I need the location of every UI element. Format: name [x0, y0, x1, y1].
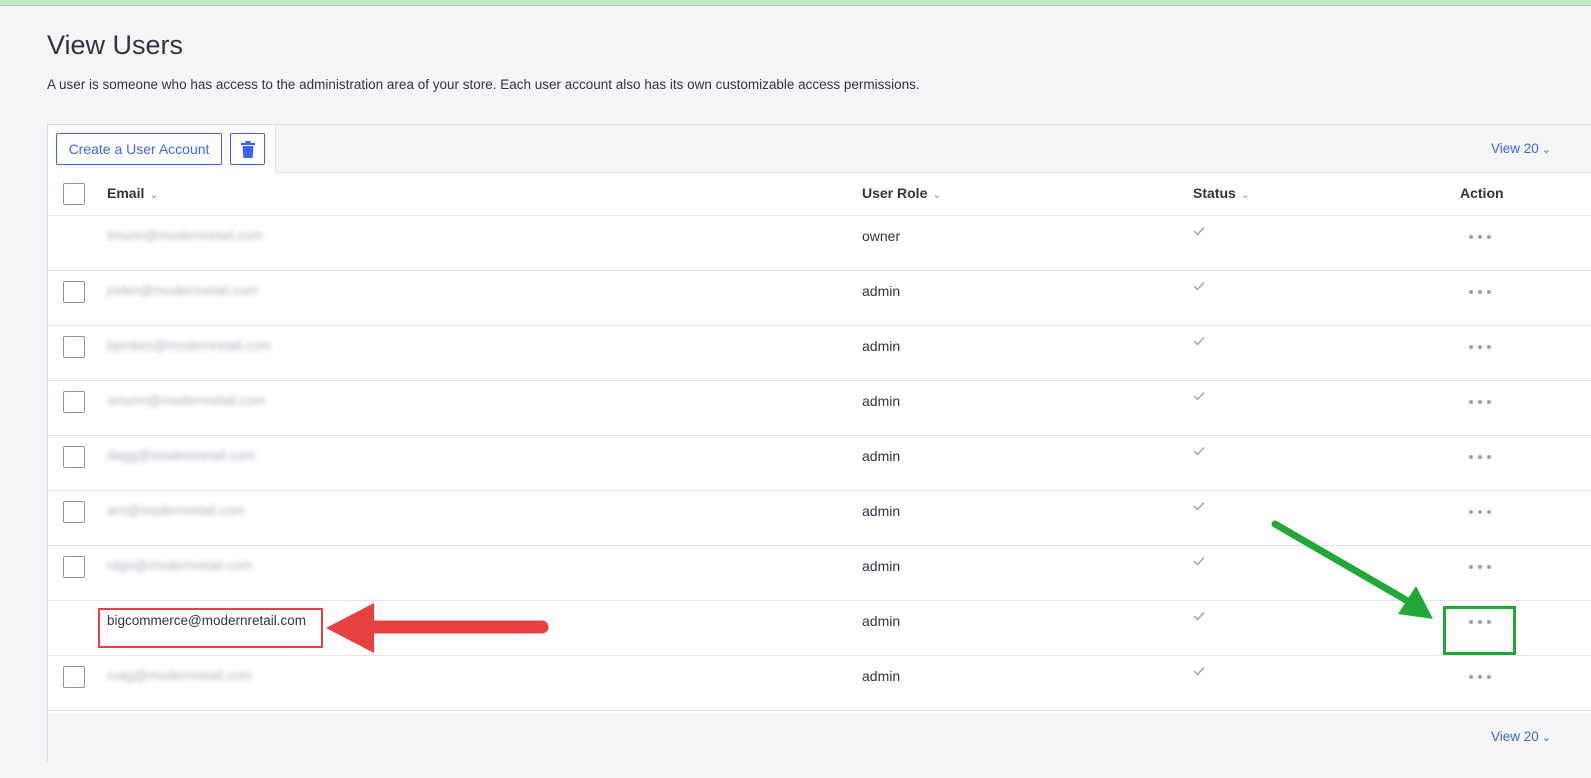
user-email: tmunn@modernretail.com: [107, 228, 263, 243]
chevron-down-icon: ⌄: [149, 189, 159, 201]
view-per-page-top[interactable]: View 20 ⌄: [1491, 141, 1551, 156]
trash-icon: [240, 140, 255, 158]
table-row: dagg@modernretail.com admin: [48, 436, 1591, 491]
table-footer: View 20 ⌄: [48, 713, 1591, 763]
page-description: A user is someone who has access to the …: [47, 77, 920, 92]
table-row: arn@modernretail.com admin: [48, 491, 1591, 546]
table-row: jrelen@modernretail.com admin: [48, 271, 1591, 326]
checkmark-icon: [1193, 612, 1205, 621]
users-table-panel: Create a User Account View 20 ⌄ Email ⌄ Us…: [47, 124, 1591, 763]
table-row: ruag@modernretail.com admin: [48, 656, 1591, 711]
chevron-down-icon: ⌄: [1240, 189, 1251, 201]
table-header: Email ⌄ User Role ⌄ Status ⌄ Action: [48, 173, 1591, 216]
user-email: arn@modernretail.com: [107, 503, 245, 518]
select-all-checkbox[interactable]: [63, 183, 85, 205]
row-checkbox[interactable]: [63, 556, 85, 578]
checkmark-icon: [1193, 392, 1205, 401]
user-role: admin: [862, 338, 901, 354]
more-dots-icon[interactable]: [1469, 340, 1491, 354]
user-role: admin: [862, 558, 901, 574]
user-email: jrelen@modernretail.com: [107, 283, 259, 298]
table-row: smunn@modernretail.com admin: [48, 381, 1591, 436]
user-role: admin: [862, 668, 901, 684]
chevron-down-icon: ⌄: [1541, 144, 1551, 156]
highlight-action-annotation: [1443, 606, 1516, 655]
user-email: bjenkes@modernretail.com: [107, 338, 272, 353]
more-dots-icon[interactable]: [1469, 230, 1491, 244]
row-checkbox[interactable]: [63, 281, 85, 303]
row-checkbox[interactable]: [63, 666, 85, 688]
row-checkbox[interactable]: [63, 336, 85, 358]
view-per-page-label: View 20: [1490, 729, 1539, 744]
more-dots-icon[interactable]: [1469, 450, 1491, 464]
user-role: admin: [862, 613, 901, 629]
more-dots-icon[interactable]: [1469, 285, 1491, 299]
user-role: admin: [862, 393, 901, 409]
table-row: tmunn@modernretail.com owner: [48, 216, 1591, 271]
more-dots-icon[interactable]: [1469, 670, 1491, 684]
more-dots-icon[interactable]: [1469, 560, 1491, 574]
view-per-page-bottom[interactable]: View 20 ⌄: [1491, 729, 1551, 744]
user-role: admin: [862, 503, 901, 519]
toolbar-actions: Create a User Account: [48, 125, 276, 173]
user-email: rdgo@modernretail.com: [107, 558, 253, 573]
chevron-down-icon: ⌄: [1541, 732, 1551, 744]
user-role: admin: [862, 448, 901, 464]
more-dots-icon[interactable]: [1469, 395, 1491, 409]
column-header-status[interactable]: Status ⌄: [1193, 185, 1250, 201]
table-row: bjenkes@modernretail.com admin: [48, 326, 1591, 381]
row-checkbox[interactable]: [63, 446, 85, 468]
column-header-user-role[interactable]: User Role ⌄: [862, 185, 942, 201]
checkmark-icon: [1193, 502, 1205, 511]
checkmark-icon: [1193, 557, 1205, 566]
table-toolbar: Create a User Account View 20 ⌄: [48, 125, 1591, 173]
checkmark-icon: [1193, 337, 1205, 346]
top-status-bar: [0, 0, 1591, 6]
checkmark-icon: [1193, 227, 1205, 236]
more-dots-icon[interactable]: [1469, 505, 1491, 519]
user-email: smunn@modernretail.com: [107, 393, 266, 408]
user-email: ruag@modernretail.com: [107, 668, 253, 683]
row-checkbox[interactable]: [63, 391, 85, 413]
table-row: rdgo@modernretail.com admin: [48, 546, 1591, 601]
user-email: dagg@modernretail.com: [107, 448, 256, 463]
row-checkbox[interactable]: [63, 501, 85, 523]
column-header-action: Action: [1460, 185, 1504, 201]
page-title: View Users: [47, 30, 184, 60]
checkmark-icon: [1193, 282, 1205, 291]
chevron-down-icon: ⌄: [932, 189, 942, 201]
user-role: admin: [862, 283, 901, 299]
highlight-email-annotation: [98, 608, 323, 648]
column-header-email[interactable]: Email ⌄: [107, 185, 159, 201]
create-user-button[interactable]: Create a User Account: [56, 133, 222, 165]
checkmark-icon: [1193, 667, 1205, 676]
user-role: owner: [862, 228, 901, 244]
view-per-page-label: View 20: [1490, 141, 1539, 156]
delete-button[interactable]: [230, 133, 265, 165]
checkmark-icon: [1193, 447, 1205, 456]
